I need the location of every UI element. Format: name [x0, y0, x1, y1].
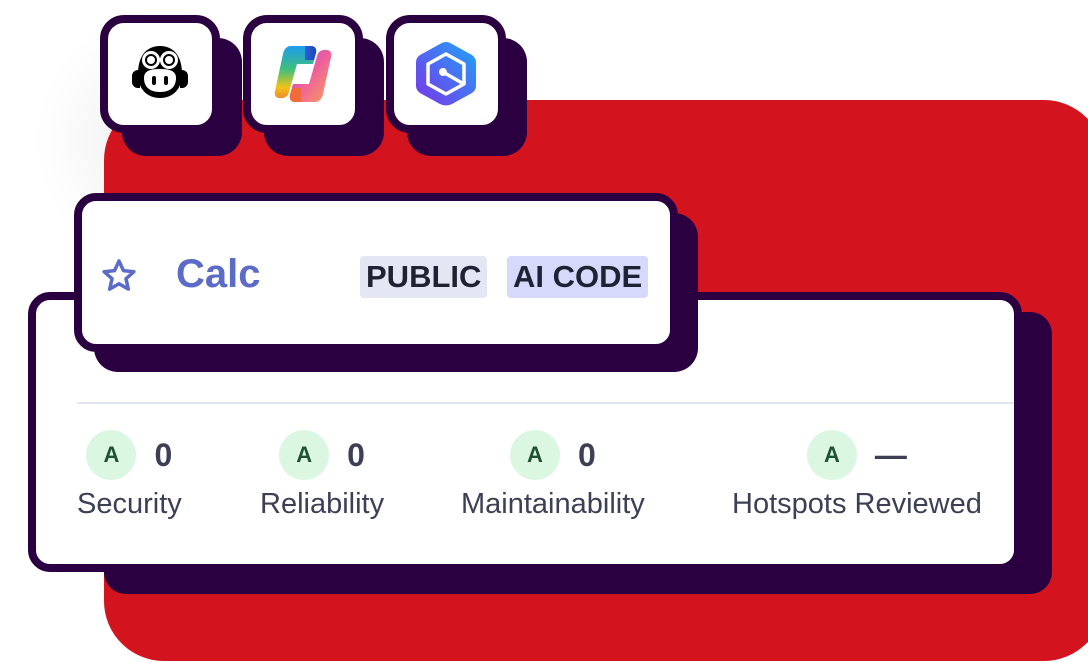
- metric-label: Maintainability: [461, 488, 645, 520]
- metric-label: Reliability: [260, 488, 385, 520]
- metric-hotspots-reviewed[interactable]: A — Hotspots Reviewed: [732, 430, 982, 521]
- grade-badge: A: [86, 430, 137, 480]
- metric-value: 0: [347, 436, 365, 473]
- star-outline-icon[interactable]: [100, 257, 138, 295]
- integration-tile-ms-copilot[interactable]: [243, 15, 363, 133]
- metric-value: 0: [154, 436, 173, 473]
- project-name-link[interactable]: Calc: [176, 251, 261, 297]
- visibility-tag: PUBLIC: [360, 256, 488, 298]
- ai-code-tag: AI CODE: [507, 256, 649, 298]
- grade-badge: A: [806, 430, 857, 480]
- integration-tile-hexagon-ai[interactable]: [386, 15, 506, 133]
- hexagon-ai-icon: [416, 42, 476, 106]
- integration-tile-github-copilot[interactable]: [100, 15, 220, 133]
- copilot-icon: [132, 46, 188, 98]
- metric-maintainability[interactable]: A 0 Maintainability: [461, 430, 645, 521]
- metric-label: Hotspots Reviewed: [732, 488, 982, 520]
- grade-badge: A: [279, 430, 330, 480]
- grade-badge: A: [509, 430, 560, 480]
- card-divider: [77, 402, 1014, 404]
- metric-label: Security: [77, 488, 182, 520]
- metric-value: 0: [577, 436, 596, 473]
- metric-security[interactable]: A 0 Security: [77, 430, 182, 521]
- ms-copilot-icon: [274, 46, 332, 102]
- metric-value: —: [874, 436, 907, 473]
- stage: A 0 Security A 0 Reliability A 0 Maintai…: [0, 0, 1088, 662]
- metric-reliability[interactable]: A 0 Reliability: [260, 430, 384, 521]
- project-title-card: Calc PUBLIC AI CODE: [74, 193, 678, 352]
